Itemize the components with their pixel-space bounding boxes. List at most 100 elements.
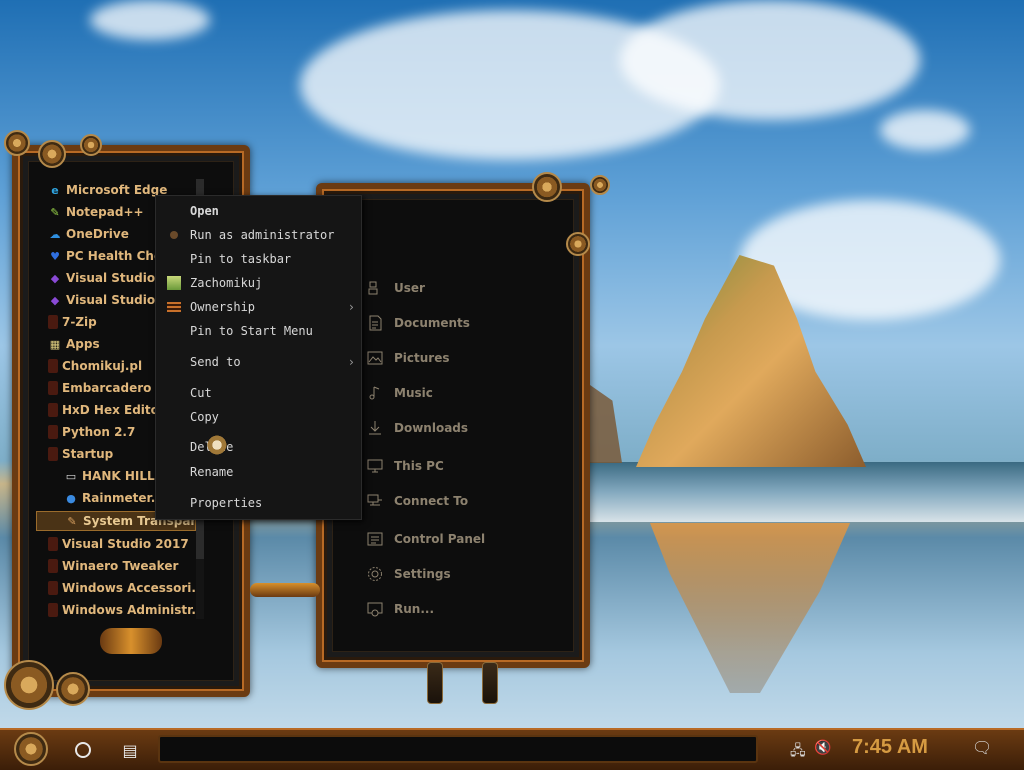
- pictures-icon: [367, 351, 383, 365]
- place-item[interactable]: Pictures: [366, 346, 566, 370]
- vs-icon: ◆: [50, 271, 60, 285]
- place-item-label: Control Panel: [394, 532, 486, 546]
- apps-icon: ▦: [49, 337, 61, 351]
- context-menu-item-label: Send to: [190, 355, 241, 369]
- place-item-label: Run...: [394, 602, 435, 616]
- place-item[interactable]: Music: [366, 381, 566, 405]
- start-menu-item-label: Apps: [66, 337, 100, 351]
- panel-handle-icon: [427, 662, 443, 704]
- volume-muted-icon[interactable]: 🔇: [814, 740, 831, 756]
- circle-icon: [75, 742, 91, 758]
- start-menu-item-label: Startup: [62, 447, 114, 461]
- machine-ornament-icon: [4, 660, 54, 710]
- panel-handle-icon: [482, 662, 498, 704]
- context-menu-item[interactable]: Ownership ›: [156, 296, 361, 318]
- context-menu-item[interactable]: Pin to taskbar: [156, 248, 361, 270]
- place-item[interactable]: Settings: [366, 562, 566, 586]
- cloud-icon: ☁: [49, 227, 61, 241]
- music-icon: [369, 386, 380, 400]
- bulb-ornament-icon: [100, 628, 162, 654]
- start-menu-item-label: Windows Administr...: [62, 603, 196, 617]
- context-menu-item-label: Copy: [190, 410, 219, 424]
- place-item[interactable]: Run...: [366, 597, 566, 621]
- edge-icon: e: [51, 183, 59, 197]
- gear-ornament-icon: [590, 175, 610, 195]
- task-view-icon: ▤: [122, 740, 138, 760]
- start-menu-item-label: Visual Studio 2017: [62, 537, 189, 551]
- start-menu-item[interactable]: Winaero Tweaker: [36, 555, 196, 577]
- folder-icon: [48, 447, 58, 461]
- context-menu: Open Run as administrator Pin to taskbar Za…: [155, 195, 362, 520]
- place-item[interactable]: This PC: [366, 454, 566, 478]
- context-menu-item[interactable]: Zachomikuj: [156, 272, 361, 294]
- context-menu-item-label: Properties: [190, 496, 263, 510]
- cursor-icon: [206, 434, 228, 456]
- context-menu-item-label: Run as administrator: [190, 228, 335, 242]
- task-view-button[interactable]: ▤: [116, 736, 144, 764]
- taskbar-search-field[interactable]: [158, 735, 758, 763]
- place-item[interactable]: Documents: [366, 311, 566, 335]
- ownership-icon: [167, 300, 181, 314]
- gear-ornament-icon: [532, 172, 562, 202]
- run-icon: [367, 602, 383, 617]
- start-menu-item-label: OneDrive: [66, 227, 129, 241]
- context-menu-item-label: Rename: [190, 465, 234, 479]
- start-menu-item-label: Microsoft Edge: [66, 183, 168, 197]
- user-icon: [368, 281, 378, 295]
- context-menu-item[interactable]: Send to ›: [156, 351, 361, 373]
- chevron-right-icon: ›: [347, 300, 355, 314]
- shield-icon: [167, 228, 181, 242]
- context-menu-item-label: Pin to Start Menu: [190, 324, 313, 338]
- place-item-label: User: [394, 281, 425, 295]
- place-item-label: This PC: [394, 459, 444, 473]
- control-panel-icon: [367, 532, 383, 546]
- place-item[interactable]: Control Panel: [366, 527, 566, 551]
- folder-icon: [48, 559, 58, 573]
- network-icon[interactable]: 🖧: [790, 740, 806, 764]
- place-item[interactable]: User: [366, 276, 566, 300]
- gear-ornament-icon: [80, 134, 102, 156]
- place-item-label: Pictures: [394, 351, 450, 365]
- settings-icon: [368, 567, 382, 581]
- health-icon: ♥: [50, 249, 60, 263]
- start-menu-item-label: Winaero Tweaker: [62, 559, 179, 573]
- context-menu-item[interactable]: Rename: [156, 461, 361, 483]
- cortana-button[interactable]: [70, 736, 96, 764]
- context-menu-item[interactable]: Properties: [156, 492, 361, 514]
- start-button[interactable]: [10, 732, 52, 766]
- context-menu-item-label: Pin to taskbar: [190, 252, 292, 266]
- gear-ornament-icon: [566, 232, 590, 256]
- context-menu-item[interactable]: Delete: [156, 436, 361, 458]
- place-item[interactable]: Connect To: [366, 489, 566, 513]
- context-menu-item-label: Ownership: [190, 300, 256, 314]
- wrench-icon: ✎: [67, 514, 77, 528]
- context-menu-item[interactable]: Open: [156, 200, 361, 222]
- context-menu-item[interactable]: Run as administrator: [156, 224, 361, 246]
- folder-icon: [48, 537, 58, 551]
- context-menu-item[interactable]: Copy: [156, 406, 361, 428]
- place-item-label: Downloads: [394, 421, 469, 435]
- start-menu-item-label: HxD Hex Editor: [62, 403, 165, 417]
- context-menu-item-label: Open: [190, 204, 219, 218]
- place-item-label: Music: [394, 386, 433, 400]
- action-center-icon[interactable]: 🗨: [972, 738, 992, 757]
- context-menu-item[interactable]: Pin to Start Menu: [156, 320, 361, 342]
- taskbar-clock[interactable]: 7:45 AM: [852, 736, 928, 759]
- folder-icon: [48, 603, 58, 617]
- folder-icon: [48, 581, 58, 595]
- start-menu-item[interactable]: Visual Studio 2017: [36, 533, 196, 555]
- place-item[interactable]: Downloads: [366, 416, 566, 440]
- monitor-icon: ▭: [65, 469, 77, 483]
- start-menu-item-label: Embarcadero D: [62, 381, 166, 395]
- folder-icon: [48, 315, 58, 329]
- chomikuj-icon: [167, 276, 181, 290]
- start-menu-item[interactable]: Windows Administr...: [36, 599, 196, 621]
- place-item-label: Connect To: [394, 494, 469, 508]
- start-menu-item[interactable]: Windows Accessori...: [36, 577, 196, 599]
- place-item-label: Documents: [394, 316, 470, 330]
- connect-icon: [367, 494, 382, 506]
- drop-icon: ●: [66, 491, 76, 505]
- context-menu-item[interactable]: Cut: [156, 382, 361, 404]
- start-menu-item-label: Visual Studio 2: [66, 271, 168, 285]
- notepad-icon: ✎: [50, 205, 60, 219]
